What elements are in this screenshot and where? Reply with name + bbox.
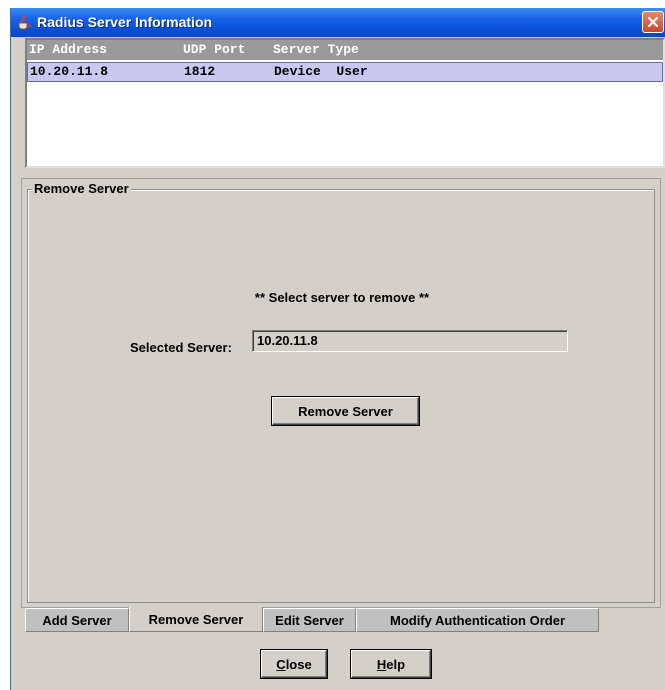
window-close-button[interactable]	[642, 11, 664, 33]
help-mnemonic: H	[376, 656, 387, 672]
selected-server-field: 10.20.11.8	[252, 330, 568, 352]
tab-panel: Remove Server ** Select server to remove…	[21, 178, 661, 608]
close-label-rest: lose	[285, 656, 312, 672]
column-header-port[interactable]: UDP Port	[183, 42, 245, 57]
help-button[interactable]: Help	[351, 650, 431, 678]
column-header-ip[interactable]: IP Address	[29, 42, 107, 57]
group-title: Remove Server	[32, 181, 131, 196]
tab-modify-authentication-order[interactable]: Modify Authentication Order	[356, 608, 599, 632]
close-mnemonic: C	[276, 656, 286, 672]
java-cup-icon	[18, 14, 31, 30]
remove-server-button[interactable]: Remove Server	[272, 397, 419, 425]
cell-port: 1812	[184, 64, 216, 79]
radius-server-window: Radius Server Information IP Address UDP…	[10, 8, 665, 690]
tab-edit-server[interactable]: Edit Server	[263, 608, 356, 632]
cell-ip: 10.20.11.8	[30, 64, 109, 79]
tab-remove-server[interactable]: Remove Server	[129, 607, 263, 632]
window-title: Radius Server Information	[37, 14, 213, 30]
column-header-type[interactable]: Server Type	[273, 42, 359, 57]
server-table[interactable]: IP Address UDP Port Server Type 10.20.11…	[25, 38, 665, 168]
title-bar[interactable]: Radius Server Information	[11, 8, 665, 37]
cell-type: Device User	[274, 64, 368, 79]
table-header: IP Address UDP Port Server Type	[27, 40, 663, 60]
instruction-text: ** Select server to remove **	[254, 290, 430, 305]
tab-add-server[interactable]: Add Server	[25, 608, 129, 632]
selected-server-label: Selected Server:	[130, 340, 232, 355]
close-button[interactable]: Close	[261, 650, 327, 678]
help-label-rest: elp	[386, 656, 406, 672]
remove-server-group: Remove Server ** Select server to remove…	[27, 181, 655, 603]
close-icon	[647, 16, 659, 28]
table-row[interactable]: 10.20.11.8 1812 Device User	[27, 62, 663, 82]
